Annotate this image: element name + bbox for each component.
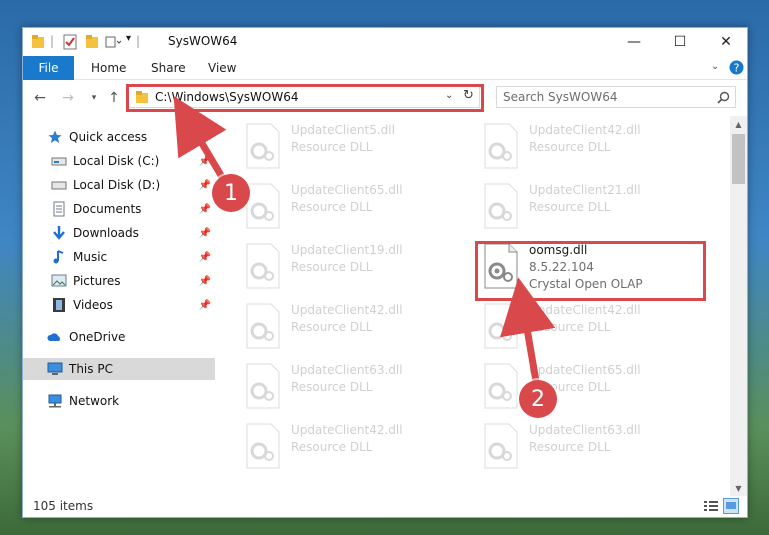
annotation-arrows xyxy=(173,95,556,397)
step-1-badge: 1 xyxy=(212,174,250,212)
step-2-badge: 2 xyxy=(519,380,557,418)
